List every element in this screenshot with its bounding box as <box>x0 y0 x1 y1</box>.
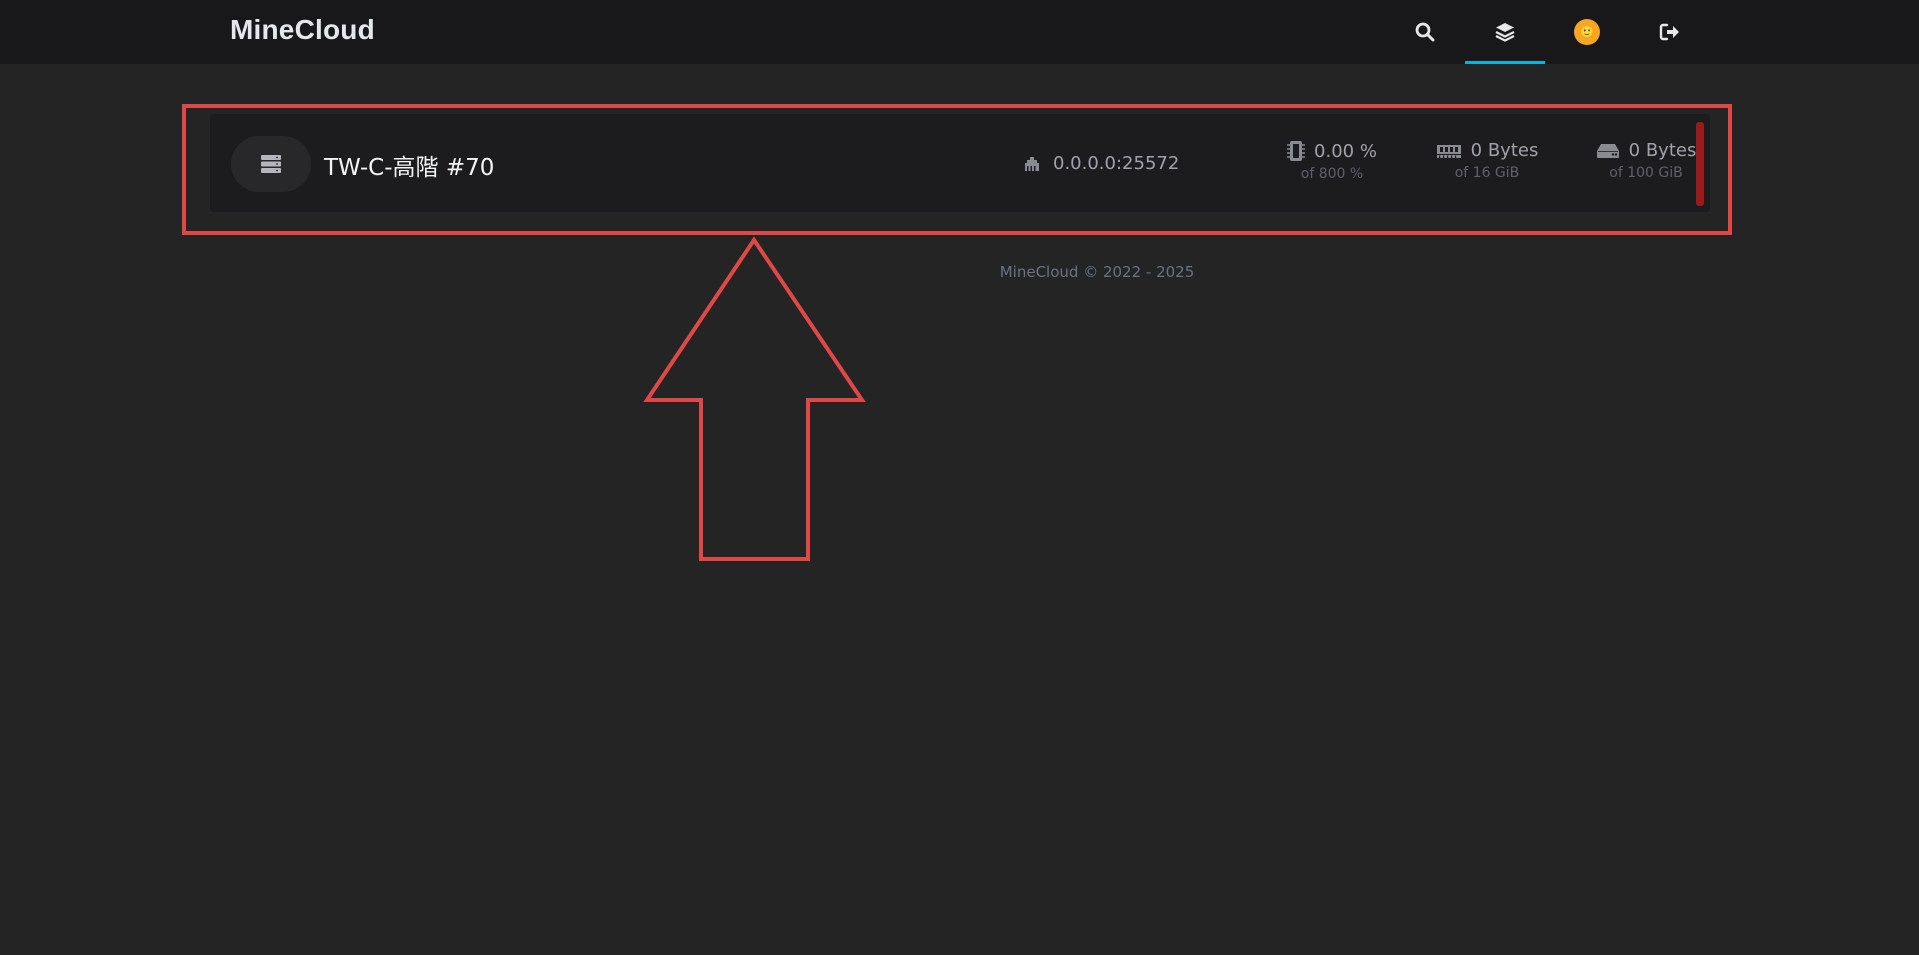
layers-icon <box>1495 23 1515 42</box>
nav-account[interactable]: 🙂 <box>1547 0 1627 64</box>
footer-copyright: MineCloud © 2022 - 2025 <box>999 263 1195 281</box>
annotation-up-arrow <box>643 236 866 561</box>
nav-search[interactable] <box>1385 0 1465 64</box>
annotation-highlight-box <box>182 104 1732 235</box>
nav-servers[interactable] <box>1465 0 1545 64</box>
sign-out-icon <box>1659 23 1679 41</box>
brand-logo[interactable]: MineCloud <box>230 14 375 46</box>
top-navbar: MineCloud 🙂 <box>0 0 1919 64</box>
search-icon <box>1415 22 1435 42</box>
nav-logout[interactable] <box>1630 0 1710 64</box>
avatar-icon: 🙂 <box>1574 19 1600 45</box>
